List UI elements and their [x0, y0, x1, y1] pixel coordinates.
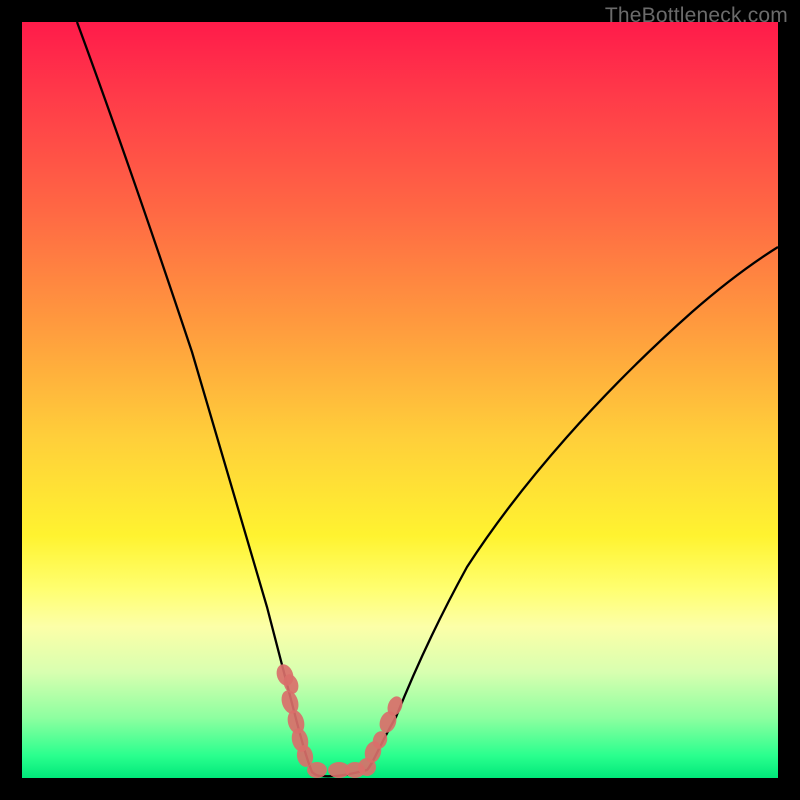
bottleneck-curve — [22, 22, 778, 778]
curve-left-branch — [77, 22, 321, 776]
gradient-plot-area — [22, 22, 778, 778]
curve-right-branch — [321, 247, 778, 776]
bead-cluster-left — [274, 662, 327, 778]
watermark-text: TheBottleneck.com — [605, 4, 788, 28]
bead-cluster-right — [328, 694, 405, 778]
